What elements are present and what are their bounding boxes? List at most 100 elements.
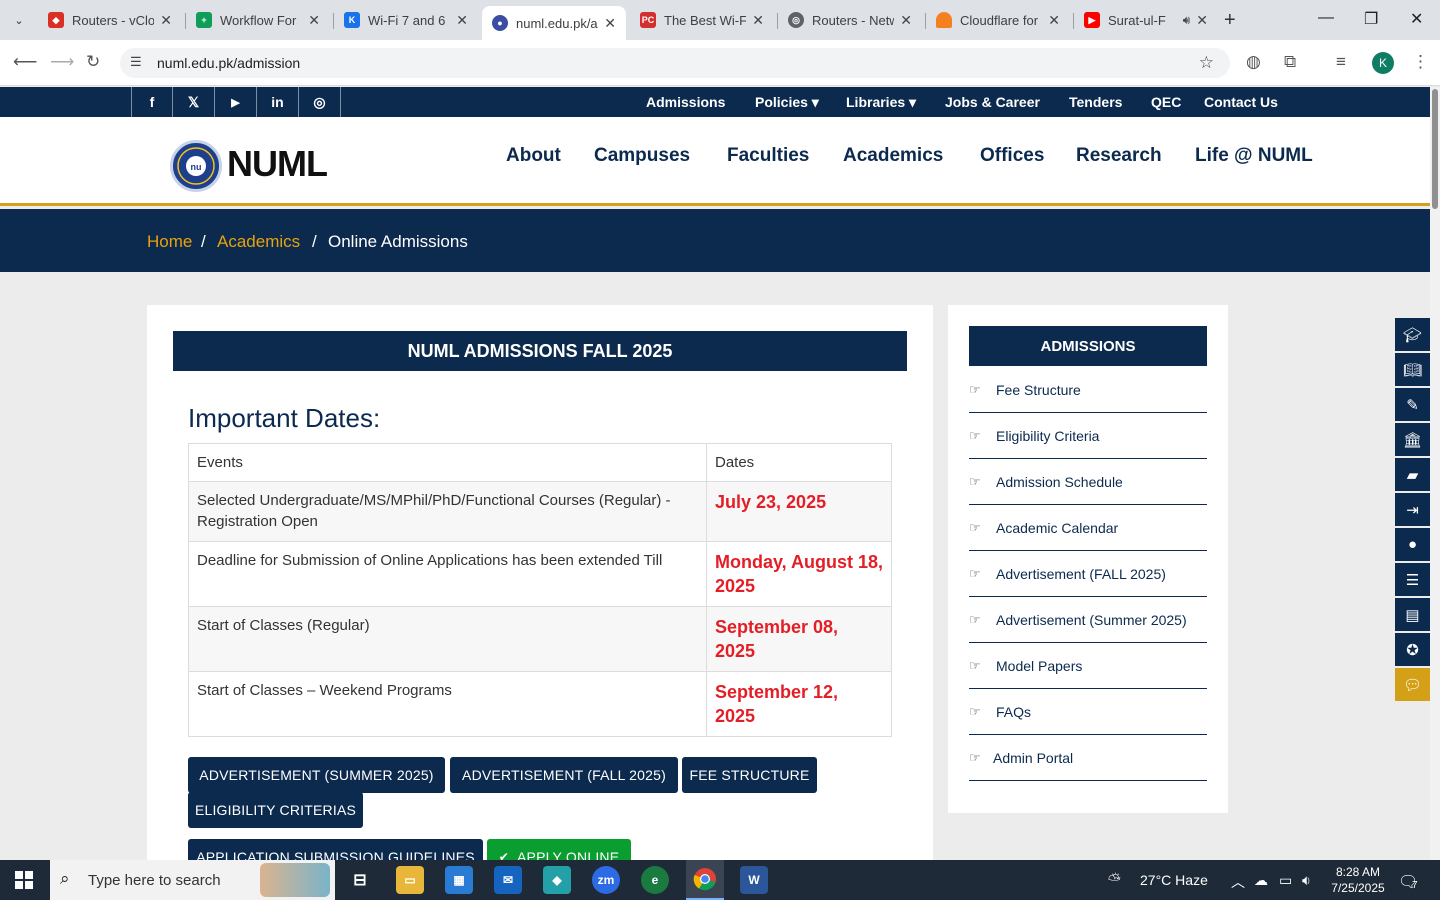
- x-twitter-icon[interactable]: 𝕏: [173, 87, 215, 117]
- volume-icon[interactable]: 🔉︎: [1302, 872, 1311, 889]
- table-icon[interactable]: ▤: [1395, 598, 1430, 631]
- tab-cloudflare[interactable]: Cloudflare for ✕: [926, 6, 1070, 34]
- address-bar[interactable]: ☰ numl.edu.pk/admission ☆: [120, 48, 1230, 78]
- eligibility-criterias-button[interactable]: ELIGIBILITY CRITERIAS: [188, 792, 363, 828]
- network-icon[interactable]: ▭: [1279, 872, 1292, 889]
- topnav-jobs[interactable]: Jobs & Career: [945, 94, 1040, 110]
- tab-routers-vcloud[interactable]: ◆ Routers - vClo ✕: [38, 6, 182, 34]
- weather-text[interactable]: 27°C Haze: [1140, 872, 1208, 888]
- file-explorer-icon[interactable]: ▭: [396, 866, 424, 894]
- sidebar-item-fee-structure[interactable]: ☞ Fee Structure: [969, 367, 1207, 413]
- tab-youtube[interactable]: ▶ Surat-ul-F 🔊︎ ✕: [1074, 6, 1218, 34]
- nav-academics[interactable]: Academics: [843, 145, 943, 167]
- nav-faculties[interactable]: Faculties: [727, 145, 809, 167]
- open-book-icon[interactable]: 📖︎: [1395, 353, 1430, 386]
- sidebar-item-advert-fall[interactable]: ☞ Advertisement (FALL 2025): [969, 551, 1207, 597]
- taskbar-search-box[interactable]: ⌕ Type here to search: [50, 860, 335, 900]
- breadcrumb-home[interactable]: Home: [147, 232, 192, 252]
- circle-arrow-icon[interactable]: ●: [1395, 528, 1430, 561]
- extensions-icon[interactable]: ⧉: [1284, 52, 1296, 72]
- breadcrumb-academics[interactable]: Academics: [217, 232, 300, 252]
- scrollbar-thumb[interactable]: [1432, 89, 1438, 209]
- restore-button[interactable]: ❐: [1364, 9, 1378, 29]
- award-icon[interactable]: ✪: [1395, 633, 1430, 666]
- sidebar-item-schedule[interactable]: ☞ Admission Schedule: [969, 459, 1207, 505]
- tab-best-wifi[interactable]: PC The Best Wi-Fi ✕: [630, 6, 774, 34]
- site-settings-icon[interactable]: ☰: [130, 54, 142, 70]
- sidebar-item-eligibility[interactable]: ☞ Eligibility Criteria: [969, 413, 1207, 459]
- app-icon[interactable]: ◆: [543, 866, 571, 894]
- instagram-icon[interactable]: ◎: [299, 87, 341, 117]
- nav-research[interactable]: Research: [1076, 145, 1162, 167]
- topnav-tenders[interactable]: Tenders: [1069, 94, 1122, 110]
- translate-icon[interactable]: ◍: [1246, 52, 1261, 72]
- close-tab-icon[interactable]: ✕: [752, 12, 764, 29]
- youtube-icon[interactable]: ▶: [215, 87, 257, 117]
- back-button[interactable]: ⟵: [13, 52, 37, 72]
- task-view-icon[interactable]: ⊟: [346, 866, 374, 894]
- close-tab-icon[interactable]: ✕: [1048, 12, 1060, 29]
- onedrive-icon[interactable]: ☁: [1254, 872, 1268, 889]
- speaker-icon[interactable]: 🔊︎: [1183, 13, 1191, 28]
- tab-numl-active[interactable]: ● numl.edu.pk/a ✕: [482, 6, 626, 40]
- weather-icon[interactable]: ⛅︎: [1108, 872, 1121, 890]
- nav-about[interactable]: About: [506, 145, 561, 167]
- book-icon[interactable]: ▰: [1395, 458, 1430, 491]
- tab-search-button[interactable]: ⌄: [6, 8, 32, 32]
- bookmark-star-icon[interactable]: ☆: [1199, 53, 1214, 73]
- microsoft-store-icon[interactable]: ▦: [445, 866, 473, 894]
- sign-in-icon[interactable]: ⇥: [1395, 493, 1430, 526]
- minimize-button[interactable]: —: [1318, 9, 1334, 27]
- nav-campuses[interactable]: Campuses: [594, 145, 690, 167]
- application-guidelines-button[interactable]: APPLICATION SUBMISSION GUIDELINES: [188, 839, 483, 860]
- advertisement-summer-button[interactable]: ADVERTISEMENT (SUMMER 2025): [188, 757, 445, 793]
- sidebar-item-faqs[interactable]: ☞ FAQs: [969, 689, 1207, 735]
- chrome-menu-icon[interactable]: ⋮: [1412, 52, 1429, 72]
- linkedin-icon[interactable]: in: [257, 87, 299, 117]
- graduation-cap-icon[interactable]: 🎓︎: [1395, 318, 1430, 351]
- page-scrollbar[interactable]: [1430, 87, 1440, 860]
- close-tab-icon[interactable]: ✕: [160, 12, 172, 29]
- sidebar-item-admin-portal[interactable]: ☞ Admin Portal: [969, 735, 1207, 781]
- close-tab-icon[interactable]: ✕: [604, 15, 616, 32]
- advertisement-fall-button[interactable]: ADVERTISEMENT (FALL 2025): [450, 757, 678, 793]
- url-text[interactable]: numl.edu.pk/admission: [157, 55, 300, 71]
- edit-icon[interactable]: ✎: [1395, 388, 1430, 421]
- tab-routers-network[interactable]: ◎ Routers - Netw ✕: [778, 6, 922, 34]
- numl-seal-logo[interactable]: nu: [170, 140, 222, 192]
- profile-avatar[interactable]: K: [1372, 52, 1394, 74]
- mail-icon[interactable]: ✉: [494, 866, 522, 894]
- nav-life-at-numl[interactable]: Life @ NUML: [1195, 145, 1313, 167]
- edge-icon[interactable]: e: [641, 866, 669, 894]
- new-tab-button[interactable]: +: [1224, 9, 1236, 32]
- close-window-button[interactable]: ✕: [1410, 9, 1423, 29]
- sidebar-item-calendar[interactable]: ☞ Academic Calendar: [969, 505, 1207, 551]
- chat-icon[interactable]: 💬︎: [1395, 668, 1430, 701]
- chrome-taskbar-icon[interactable]: [686, 860, 724, 900]
- topnav-qec[interactable]: QEC: [1151, 94, 1181, 110]
- media-controls-icon[interactable]: ≡: [1336, 52, 1346, 72]
- topnav-libraries[interactable]: Libraries ▾: [846, 94, 916, 111]
- topnav-admissions[interactable]: Admissions: [646, 94, 725, 110]
- windows-start-button[interactable]: [0, 860, 48, 900]
- apply-online-button[interactable]: ✔ APPLY ONLINE: [487, 839, 631, 860]
- show-hidden-icons-chevron-icon[interactable]: ︿: [1231, 872, 1245, 892]
- close-tab-icon[interactable]: ✕: [1196, 12, 1208, 29]
- list-icon[interactable]: ☰: [1395, 563, 1430, 596]
- tab-workflow[interactable]: + Workflow For ✕: [186, 6, 330, 34]
- close-tab-icon[interactable]: ✕: [308, 12, 320, 29]
- facebook-icon[interactable]: f: [131, 87, 173, 117]
- fee-structure-button[interactable]: FEE STRUCTURE: [682, 757, 817, 793]
- topnav-contact[interactable]: Contact Us: [1204, 94, 1278, 110]
- sidebar-item-advert-summer[interactable]: ☞ Advertisement (Summer 2025): [969, 597, 1207, 643]
- topnav-policies[interactable]: Policies ▾: [755, 94, 819, 111]
- close-tab-icon[interactable]: ✕: [456, 12, 468, 29]
- university-building-icon[interactable]: 🏛︎: [1395, 423, 1430, 456]
- close-tab-icon[interactable]: ✕: [900, 12, 912, 29]
- reload-button[interactable]: ↻: [86, 52, 100, 72]
- zoom-icon[interactable]: zm: [592, 866, 620, 894]
- word-icon[interactable]: W: [740, 866, 768, 894]
- sidebar-item-model-papers[interactable]: ☞ Model Papers: [969, 643, 1207, 689]
- tab-wifi7[interactable]: K Wi-Fi 7 and 6 ✕: [334, 6, 478, 34]
- site-logo-text[interactable]: NUML: [227, 143, 328, 185]
